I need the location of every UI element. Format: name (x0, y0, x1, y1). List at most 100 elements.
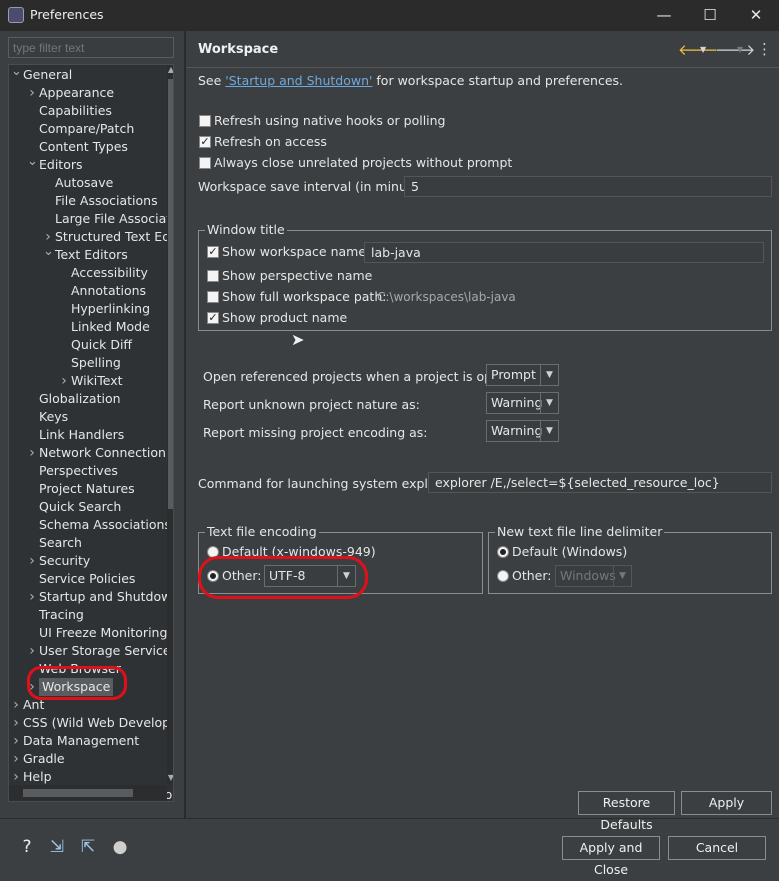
tree-item[interactable]: Spelling (9, 354, 167, 372)
tree-horizontal-scroll-thumb[interactable] (23, 789, 133, 797)
tree-item[interactable]: Tracing (9, 606, 167, 624)
chevron-right-icon[interactable]: › (11, 750, 21, 768)
refresh-native-label[interactable]: Refresh using native hooks or polling (214, 113, 446, 128)
chevron-right-icon[interactable]: › (27, 84, 37, 102)
restore-defaults-button[interactable]: Restore Defaults (578, 791, 675, 832)
chevron-down-icon[interactable]: ⌄ (11, 65, 22, 81)
tree-item[interactable]: Accessibility (9, 264, 167, 282)
tree-item[interactable]: › Appearance (9, 84, 167, 102)
tree-item[interactable]: Schema Associations (9, 516, 171, 534)
tree-item[interactable]: Annotations (9, 282, 167, 300)
minimize-button[interactable]: — (641, 0, 687, 31)
save-interval-input[interactable]: 5 (404, 176, 772, 197)
explorer-command-input[interactable]: explorer /E,/select=${selected_resource_… (428, 472, 772, 493)
tree-item[interactable]: › Gradle (9, 750, 167, 768)
chevron-right-icon[interactable]: › (27, 588, 37, 606)
help-icon[interactable]: ? (16, 836, 38, 858)
show-full-path-label[interactable]: Show full workspace path: (222, 289, 386, 304)
tree-item[interactable]: Globalization (9, 390, 167, 408)
delimiter-default-label[interactable]: Default (Windows) (512, 544, 627, 559)
chevron-right-icon[interactable]: › (11, 696, 21, 714)
tree-item[interactable]: ⌄ Text Editors (9, 243, 167, 264)
tree-item[interactable]: ⌄ Editors (9, 153, 167, 174)
show-workspace-name-label[interactable]: Show workspace name: (222, 244, 370, 259)
cancel-button[interactable]: Cancel (668, 836, 766, 860)
tree-item[interactable]: Keys (9, 408, 167, 426)
tree-item[interactable]: File Associations (9, 192, 167, 210)
missing-encoding-select[interactable]: Warning ▼ (486, 420, 559, 442)
tree-item[interactable]: Search (9, 534, 167, 552)
show-product-checkbox[interactable]: ✓ (207, 312, 219, 324)
oomph-preferences-icon[interactable]: ● (109, 836, 131, 858)
panel-separator[interactable] (184, 31, 186, 818)
intro-suffix: for workspace startup and preferences. (372, 73, 624, 88)
tree-vertical-scroll-thumb[interactable] (168, 79, 173, 509)
show-product-label[interactable]: Show product name (222, 310, 347, 325)
show-perspective-checkbox[interactable] (207, 270, 219, 282)
workspace-name-input[interactable]: lab-java (364, 242, 764, 263)
chevron-down-icon[interactable]: ⌄ (43, 243, 54, 261)
show-workspace-name-checkbox[interactable]: ✓ (207, 246, 219, 258)
chevron-right-icon[interactable]: › (11, 732, 21, 750)
tree-item[interactable]: › Startup and Shutdow (9, 588, 171, 606)
more-menu-icon[interactable]: ⋮ (757, 40, 772, 58)
chevron-right-icon[interactable]: › (27, 552, 37, 570)
delimiter-other-label[interactable]: Other: (512, 568, 551, 583)
apply-button[interactable]: Apply (681, 791, 772, 815)
refresh-access-label[interactable]: Refresh on access (214, 134, 327, 149)
chevron-right-icon[interactable]: › (11, 768, 21, 786)
tree-item[interactable]: Compare/Patch (9, 120, 167, 138)
chevron-down-icon[interactable]: ⌄ (27, 153, 38, 171)
tree-item[interactable]: Perspectives (9, 462, 167, 480)
tree-item[interactable]: Autosave (9, 174, 167, 192)
delimiter-other-select[interactable]: Windows ▼ (555, 565, 632, 587)
page-title: Workspace (198, 42, 279, 57)
export-icon[interactable]: ⇱ (77, 836, 99, 858)
startup-shutdown-link[interactable]: 'Startup and Shutdown' (225, 73, 372, 88)
chevron-right-icon[interactable]: › (27, 444, 37, 462)
tree-item[interactable]: Capabilities (9, 102, 167, 120)
tree-item[interactable]: › Security (9, 552, 167, 570)
tree-item[interactable]: › CSS (Wild Web Develop (9, 714, 170, 732)
delimiter-other-radio[interactable] (497, 570, 509, 582)
show-full-path-checkbox[interactable] (207, 291, 219, 303)
forward-menu-chevron-icon[interactable]: ▼ (737, 45, 743, 54)
always-close-checkbox[interactable] (199, 157, 211, 169)
scroll-down-arrow-icon[interactable]: ▼ (167, 773, 173, 785)
tree-item[interactable]: ⌄ General (9, 65, 167, 84)
tree-item[interactable]: › User Storage Service (9, 642, 170, 660)
tree-item[interactable]: Project Natures (9, 480, 167, 498)
chevron-right-icon[interactable]: › (11, 714, 21, 732)
tree-item[interactable]: Hyperlinking (9, 300, 167, 318)
forward-arrow-icon[interactable]: 🡒 (715, 40, 755, 59)
tree-item[interactable]: Service Policies (9, 570, 167, 588)
maximize-button[interactable]: ☐ (687, 0, 733, 31)
back-arrow-icon[interactable]: 🡐 (678, 40, 718, 59)
close-button[interactable]: ✕ (733, 0, 779, 31)
tree-item[interactable]: › WikiText (9, 372, 167, 390)
chevron-right-icon[interactable]: › (59, 372, 69, 390)
filter-input[interactable] (8, 37, 174, 58)
back-menu-chevron-icon[interactable]: ▼ (700, 45, 706, 54)
delimiter-default-radio[interactable] (497, 546, 509, 558)
tree-item[interactable]: › Structured Text Ed (9, 228, 170, 246)
open-referenced-select[interactable]: Prompt ▼ (486, 364, 559, 386)
tree-item[interactable]: Quick Search (9, 498, 167, 516)
refresh-native-checkbox[interactable] (199, 115, 211, 127)
import-icon[interactable]: ⇲ (46, 836, 68, 858)
tree-item[interactable]: Large File Associati (9, 210, 173, 228)
show-perspective-label[interactable]: Show perspective name (222, 268, 372, 283)
tree-item[interactable]: Link Handlers (9, 426, 167, 444)
chevron-right-icon[interactable]: › (27, 642, 37, 660)
tree-item[interactable]: Linked Mode (9, 318, 167, 336)
tree-item[interactable]: › Help (9, 768, 167, 786)
tree-item[interactable]: Quick Diff (9, 336, 167, 354)
tree-item[interactable]: › Network Connection (9, 444, 167, 462)
tree-item[interactable]: UI Freeze Monitoring (9, 624, 167, 642)
always-close-label[interactable]: Always close unrelated projects without … (214, 155, 512, 170)
tree-item[interactable]: › Data Management (9, 732, 167, 750)
scroll-up-arrow-icon[interactable]: ▲ (167, 65, 173, 77)
refresh-access-checkbox[interactable]: ✓ (199, 136, 211, 148)
apply-and-close-button[interactable]: Apply and Close (562, 836, 660, 877)
unknown-nature-select[interactable]: Warning ▼ (486, 392, 559, 414)
